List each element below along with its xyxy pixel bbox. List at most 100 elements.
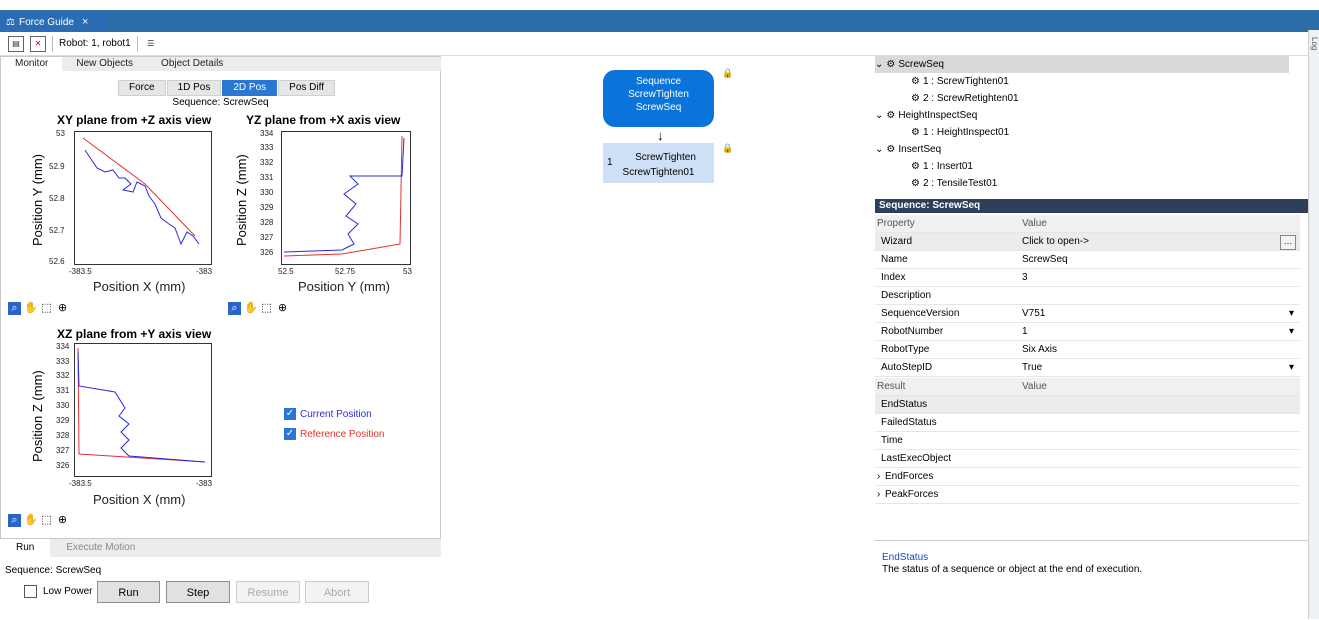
dropdown-arrow-icon[interactable]: ▾ xyxy=(1289,308,1294,319)
dropdown-arrow-icon[interactable]: ▾ xyxy=(1289,326,1294,337)
mode-tab-pos-diff[interactable]: Pos Diff xyxy=(278,80,335,96)
low-power-option[interactable]: Low Power xyxy=(24,585,92,598)
chevron-down-icon[interactable]: ⌄ xyxy=(875,56,883,73)
pan-hand-icon[interactable]: ✋ xyxy=(24,302,38,315)
tree-item[interactable]: ⚙ 2 : TensileTest01 xyxy=(911,175,997,192)
result-row[interactable]: FailedStatus xyxy=(875,414,1300,432)
tab-new-objects[interactable]: New Objects xyxy=(62,57,147,71)
chevron-right-icon[interactable]: › xyxy=(877,471,880,482)
zoom-box-icon[interactable]: ⬚ xyxy=(40,302,53,315)
dropdown-arrow-icon[interactable]: ▾ xyxy=(1289,362,1294,373)
ellipsis-button[interactable]: … xyxy=(1280,235,1296,250)
chevron-down-icon[interactable]: ⌄ xyxy=(875,107,883,124)
result-row[interactable]: › EndForces xyxy=(875,468,1300,486)
property-value[interactable]: Click to open-> xyxy=(1022,236,1089,247)
property-row[interactable]: RobotType Six Axis xyxy=(875,341,1300,359)
tab-execute-motion[interactable]: Execute Motion xyxy=(50,539,151,557)
zoom-select-icon[interactable]: ⌕ xyxy=(8,514,21,527)
zoom-box-icon[interactable]: ⬚ xyxy=(40,514,53,527)
result-row[interactable]: EndStatus xyxy=(875,396,1300,414)
log-side-panel[interactable]: Log xyxy=(1308,30,1319,619)
document-tab-bar xyxy=(0,10,1319,34)
tree-label: 1 : ScrewTighten01 xyxy=(922,76,1009,87)
tick-label: 334 xyxy=(56,342,70,351)
zoom-reset-icon[interactable]: ⊕ xyxy=(276,302,289,315)
xz-x-axis-label: Position X (mm) xyxy=(93,492,186,507)
pan-hand-icon[interactable]: ✋ xyxy=(244,302,258,315)
checkmark-icon[interactable]: ✓ xyxy=(284,408,296,420)
chevron-right-icon[interactable]: › xyxy=(877,489,880,500)
property-value[interactable]: True xyxy=(1022,362,1042,373)
zoom-select-icon[interactable]: ⌕ xyxy=(228,302,241,315)
tree-item-insertseq[interactable]: ⌄ ⚙ InsertSeq xyxy=(875,141,941,158)
mode-tab-2d-pos[interactable]: 2D Pos xyxy=(222,80,278,96)
property-row[interactable]: AutoStepID True ▾ xyxy=(875,359,1300,377)
xz-plot-tools: ⌕ ✋ ⬚ ⊕ xyxy=(8,514,69,527)
tick-label: 53 xyxy=(403,267,412,276)
col-property: Property xyxy=(877,218,915,229)
run-tab-strip: Run Execute Motion xyxy=(0,539,441,557)
pan-hand-icon[interactable]: ✋ xyxy=(24,514,38,527)
property-value[interactable]: 3 xyxy=(1022,272,1028,283)
tick-label: -383 xyxy=(196,267,213,276)
col-value: Value xyxy=(1022,381,1047,392)
result-row[interactable]: Time xyxy=(875,432,1300,450)
robot-selector[interactable]: Robot: 1, robot1 xyxy=(59,38,131,49)
property-row[interactable]: Name ScrewSeq xyxy=(875,251,1300,269)
zoom-reset-icon[interactable]: ⊕ xyxy=(56,302,69,315)
legend-current-label: Current Position xyxy=(300,408,372,420)
tab-monitor[interactable]: Monitor xyxy=(1,57,63,71)
tree-item[interactable]: ⚙ 1 : HeightInspect01 xyxy=(911,124,1009,141)
property-row[interactable]: Description xyxy=(875,287,1300,305)
tab-run[interactable]: Run xyxy=(0,539,51,557)
log-label: Log xyxy=(1310,37,1319,51)
tree-item[interactable]: ⚙ 1 : Insert01 xyxy=(911,158,973,175)
xz-plot-svg xyxy=(77,347,206,463)
property-row[interactable]: Index 3 xyxy=(875,269,1300,287)
tree-item-heightinspectseq[interactable]: ⌄ ⚙ HeightInspectSeq xyxy=(875,107,977,124)
tree-item[interactable]: ⚙ 1 : ScrewTighten01 xyxy=(911,73,1009,90)
export-icon[interactable]: ▤ xyxy=(8,35,24,52)
abort-button[interactable]: Abort xyxy=(305,581,369,603)
property-row[interactable]: RobotNumber 1 ▾ xyxy=(875,323,1300,341)
pdf-icon[interactable]: ✕ xyxy=(30,35,46,52)
sequence-node-object: ScrewTighten xyxy=(628,89,689,100)
result-row[interactable]: › PeakForces xyxy=(875,486,1300,504)
step-button[interactable]: Step xyxy=(166,581,230,603)
zoom-reset-icon[interactable]: ⊕ xyxy=(56,514,69,527)
property-value[interactable]: V751 xyxy=(1022,308,1045,319)
checkmark-icon[interactable]: ✓ xyxy=(284,428,296,440)
zoom-select-icon[interactable]: ⌕ xyxy=(8,302,21,315)
object-node[interactable]: 1 ScrewTighten ScrewTighten01 xyxy=(603,143,714,183)
property-key: RobotType xyxy=(881,344,930,355)
property-value[interactable]: 1 xyxy=(1022,326,1028,337)
tree-item-screwseq[interactable]: ⌄ ⚙ ScrewSeq xyxy=(875,56,1289,73)
xy-plot-tools: ⌕ ✋ ⬚ ⊕ xyxy=(8,302,69,315)
run-button[interactable]: Run xyxy=(97,581,160,603)
tab-force-guide[interactable]: ⚖ Force Guide × xyxy=(0,12,107,32)
tick-label: 329 xyxy=(56,416,70,425)
legend-current[interactable]: ✓ Current Position xyxy=(284,408,372,420)
zoom-box-icon[interactable]: ⬚ xyxy=(260,302,273,315)
mode-tab-force[interactable]: Force xyxy=(118,80,166,96)
run-sequence-label: Sequence: ScrewSeq xyxy=(5,565,102,576)
mode-tab-1d-pos[interactable]: 1D Pos xyxy=(166,80,222,96)
legend-reference[interactable]: ✓ Reference Position xyxy=(284,428,385,440)
tab-object-details[interactable]: Object Details xyxy=(147,57,237,71)
tick-label: 52.9 xyxy=(49,162,65,171)
object-node-name: ScrewTighten01 xyxy=(622,167,695,178)
result-row[interactable]: LastExecObject xyxy=(875,450,1300,468)
close-icon[interactable]: × xyxy=(82,16,88,28)
property-value[interactable]: ScrewSeq xyxy=(1022,254,1068,265)
tree-item[interactable]: ⚙ 2 : ScrewRetighten01 xyxy=(911,90,1019,107)
property-value[interactable]: Six Axis xyxy=(1022,344,1057,355)
options-icon[interactable]: ☰ xyxy=(143,36,158,51)
property-row[interactable]: SequenceVersion V751 ▾ xyxy=(875,305,1300,323)
property-row-wizard[interactable]: Wizard Click to open-> … xyxy=(875,233,1300,251)
force-guide-icon: ⚖ xyxy=(6,16,15,28)
resume-button[interactable]: Resume xyxy=(236,581,300,603)
chevron-down-icon[interactable]: ⌄ xyxy=(875,141,883,158)
low-power-checkbox[interactable] xyxy=(24,585,37,598)
xy-x-axis-label: Position X (mm) xyxy=(93,279,186,294)
sequence-node[interactable]: Sequence ScrewTighten ScrewSeq xyxy=(603,70,714,127)
